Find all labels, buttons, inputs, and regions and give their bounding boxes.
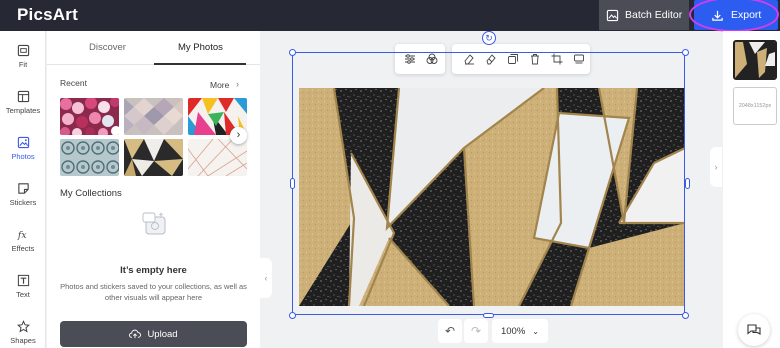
collapse-panel-chevron-icon[interactable]: ‹	[260, 258, 272, 298]
download-icon	[712, 10, 723, 21]
nav-item-effects[interactable]: fx Effects	[0, 228, 46, 253]
recent-photo-rose-gold-lines[interactable]	[188, 139, 247, 176]
photos-panel: Discover My Photos Recent More › › My Co…	[47, 31, 260, 348]
help-chat-icon	[747, 324, 761, 335]
nav-label-effects: Effects	[11, 244, 35, 253]
recent-photo-marble-gold[interactable]	[124, 139, 183, 176]
upload-button[interactable]: Upload	[60, 321, 247, 347]
active-tab-indicator	[154, 63, 246, 65]
stickers-icon	[17, 183, 29, 194]
upload-label: Upload	[147, 328, 178, 340]
nav-item-text[interactable]: Text	[0, 274, 46, 299]
nav-item-templates[interactable]: Templates	[0, 90, 46, 115]
batch-editor-icon	[606, 9, 619, 21]
cloud-upload-icon	[129, 329, 142, 339]
selection-frame	[292, 52, 685, 315]
nav-label-fit: Fit	[18, 60, 28, 69]
help-chat-button[interactable]	[738, 314, 770, 346]
nav-label-text: Text	[16, 290, 30, 299]
photos-icon	[17, 136, 29, 149]
nav-item-photos[interactable]: Photos	[0, 136, 46, 161]
zoom-select[interactable]: 100% ⌄	[492, 319, 548, 343]
export-label: Export	[731, 9, 762, 21]
effects-icon: fx	[17, 230, 27, 241]
more-link[interactable]: More	[210, 80, 229, 90]
shapes-icon	[16, 320, 30, 333]
nav-label-stickers: Stickers	[9, 198, 37, 207]
nav-item-stickers[interactable]: Stickers	[0, 182, 46, 207]
empty-collection-icon	[142, 212, 166, 235]
nav-item-shapes[interactable]: Shapes	[0, 320, 46, 345]
nav-item-fit[interactable]: Fit	[0, 44, 46, 69]
custom-size-thumbnail[interactable]: 2048x1152px	[733, 87, 777, 125]
empty-state-title: It’s empty here	[120, 265, 187, 276]
page-thumbnail[interactable]	[733, 40, 777, 80]
app-logo[interactable]: PicsArt	[17, 5, 78, 25]
nav-label-photos: Photos	[11, 152, 35, 161]
recent-photo-flowers[interactable]	[60, 98, 119, 135]
empty-state-description: Photos and stickers saved to your collec…	[60, 282, 247, 302]
resize-handle-top-right[interactable]	[682, 49, 689, 56]
redo-icon[interactable]: ↷	[464, 319, 488, 343]
left-navigation: Fit Templates Photos Stickers fx Effects…	[0, 31, 46, 348]
export-button[interactable]: Export	[694, 0, 778, 30]
zoom-value: 100%	[500, 325, 526, 337]
panel-tabs: Discover My Photos	[47, 31, 260, 65]
svg-text:fx: fx	[17, 230, 27, 241]
fit-icon	[17, 44, 29, 57]
resize-handle-bottom[interactable]	[483, 313, 494, 318]
recent-photo-diamonds[interactable]	[124, 98, 183, 135]
resize-handle-bottom-right[interactable]	[682, 312, 689, 319]
recent-photo-tiles[interactable]	[60, 139, 119, 176]
rotate-icon[interactable]: ↻	[482, 31, 496, 45]
top-bar: PicsArt Batch Editor Export	[0, 0, 780, 32]
templates-icon	[17, 90, 29, 103]
tab-my-photos[interactable]: My Photos	[178, 42, 223, 53]
text-icon	[17, 274, 29, 287]
recent-label: Recent	[60, 78, 87, 88]
nav-label-shapes: Shapes	[10, 336, 36, 345]
collections-title: My Collections	[60, 188, 122, 199]
batch-editor-label: Batch Editor	[625, 9, 683, 21]
nav-label-templates: Templates	[5, 106, 41, 115]
resize-handle-left[interactable]	[290, 178, 295, 189]
expand-right-chevron-icon[interactable]: ›	[710, 147, 722, 187]
resize-handle-top-left[interactable]	[289, 49, 296, 56]
chevron-down-icon: ⌄	[532, 326, 539, 336]
resize-handle-right[interactable]	[685, 178, 690, 189]
tab-discover[interactable]: Discover	[89, 42, 126, 53]
batch-editor-button[interactable]: Batch Editor	[599, 0, 689, 30]
undo-icon[interactable]: ↶	[438, 319, 462, 343]
resize-handle-bottom-left[interactable]	[289, 312, 296, 319]
chevron-right-icon[interactable]: ›	[236, 79, 239, 89]
next-arrow-icon[interactable]: ›	[230, 127, 247, 144]
